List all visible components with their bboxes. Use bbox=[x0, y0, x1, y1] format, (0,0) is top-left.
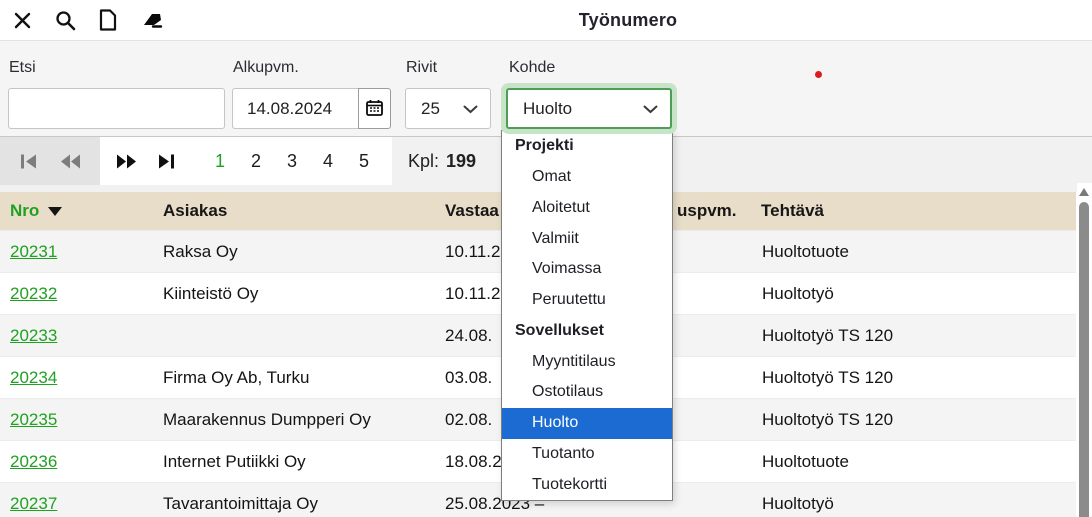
nro-header-label: Nro bbox=[10, 201, 39, 221]
customer-cell: Tavarantoimittaja Oy bbox=[163, 494, 318, 514]
filter-panel: Etsi Alkupvm. Rivit Kohde 25 Huolto bbox=[0, 40, 1092, 137]
worknumber-link[interactable]: 20236 bbox=[10, 452, 57, 472]
red-dot-marker bbox=[815, 71, 822, 78]
pagination-forward-group bbox=[100, 137, 192, 185]
dropdown-option-huolto[interactable]: Huolto bbox=[502, 408, 672, 439]
customer-cell: Firma Oy Ab, Turku bbox=[163, 368, 309, 388]
result-count: Kpl: 199 bbox=[408, 137, 476, 185]
calendar-button[interactable] bbox=[358, 88, 391, 129]
scrollbar-thumb[interactable] bbox=[1079, 202, 1089, 517]
rows-select-value: 25 bbox=[421, 99, 463, 119]
page-button-5[interactable]: 5 bbox=[356, 151, 372, 172]
rows-label: Rivit bbox=[406, 59, 437, 77]
task-cell: Huoltotyö TS 120 bbox=[762, 368, 893, 388]
result-count-label: Kpl: bbox=[408, 151, 439, 172]
customer-cell: Kiinteistö Oy bbox=[163, 284, 258, 304]
column-header-partial-left: Vastaa bbox=[445, 201, 499, 221]
search-icon[interactable] bbox=[52, 7, 78, 33]
dropdown-option-tuotanto[interactable]: Tuotanto bbox=[502, 439, 672, 470]
rows-select[interactable]: 25 bbox=[405, 88, 491, 129]
dropdown-group-projekti: Projekti bbox=[502, 131, 672, 162]
startdate-input[interactable] bbox=[232, 88, 358, 129]
task-cell: Huoltotyö TS 120 bbox=[762, 326, 893, 346]
eraser-icon[interactable] bbox=[138, 7, 164, 33]
target-label: Kohde bbox=[509, 59, 555, 77]
chevron-down-icon bbox=[643, 99, 658, 119]
pagination-pages: 1 2 3 4 5 bbox=[192, 137, 392, 185]
search-label: Etsi bbox=[9, 59, 36, 77]
page-button-1[interactable]: 1 bbox=[212, 151, 228, 172]
skip-last-icon[interactable] bbox=[153, 152, 180, 171]
page-button-3[interactable]: 3 bbox=[284, 151, 300, 172]
skip-first-icon[interactable] bbox=[15, 152, 42, 171]
vertical-scrollbar bbox=[1077, 183, 1092, 517]
date-cell: 18.08.2 bbox=[445, 452, 502, 472]
date-cell: 24.08. bbox=[445, 326, 492, 346]
worknumber-link[interactable]: 20231 bbox=[10, 242, 57, 262]
worknumber-link[interactable]: 20237 bbox=[10, 494, 57, 514]
customer-cell: Internet Putiikki Oy bbox=[163, 452, 306, 472]
chevron-down-icon bbox=[463, 99, 478, 119]
fast-forward-icon[interactable] bbox=[112, 152, 141, 171]
task-cell: Huoltotyö TS 120 bbox=[762, 410, 893, 430]
column-header-partial-right: uspvm. bbox=[677, 201, 737, 221]
column-header-nro[interactable]: Nro bbox=[10, 201, 62, 221]
pagination-strip: 1 2 3 4 5 bbox=[0, 137, 392, 185]
startdate-label: Alkupvm. bbox=[233, 59, 299, 77]
fast-backward-icon[interactable] bbox=[56, 152, 85, 171]
search-input[interactable] bbox=[8, 88, 225, 129]
startdate-group bbox=[232, 88, 391, 129]
toolbar-icons bbox=[0, 7, 164, 33]
close-icon[interactable] bbox=[9, 7, 35, 33]
customer-cell: Raksa Oy bbox=[163, 242, 238, 262]
column-header-tehtava: Tehtävä bbox=[761, 201, 824, 221]
target-select[interactable]: Huolto bbox=[506, 88, 672, 129]
worknumber-link[interactable]: 20235 bbox=[10, 410, 57, 430]
worknumber-link[interactable]: 20234 bbox=[10, 368, 57, 388]
tyonumero-window: Työnumero Etsi Alkupvm. Rivit Kohde 25 H… bbox=[0, 0, 1092, 517]
customer-cell: Maarakennus Dumpperi Oy bbox=[163, 410, 371, 430]
task-cell: Huoltotuote bbox=[762, 452, 849, 472]
target-select-value: Huolto bbox=[523, 99, 643, 119]
document-icon[interactable] bbox=[95, 7, 121, 33]
worknumber-link[interactable]: 20232 bbox=[10, 284, 57, 304]
target-dropdown-list: Projekti Omat Aloitetut Valmiit Voimassa… bbox=[501, 130, 673, 501]
dropdown-option-valmiit[interactable]: Valmiit bbox=[502, 223, 672, 254]
task-cell: Huoltotyö bbox=[762, 284, 834, 304]
worknumber-link[interactable]: 20233 bbox=[10, 326, 57, 346]
dropdown-option-omat[interactable]: Omat bbox=[502, 162, 672, 193]
page-button-2[interactable]: 2 bbox=[248, 151, 264, 172]
toolbar: Työnumero bbox=[0, 0, 1092, 40]
result-count-value: 199 bbox=[446, 151, 476, 172]
task-cell: Huoltotuote bbox=[762, 242, 849, 262]
dropdown-option-myyntitilaus[interactable]: Myyntitilaus bbox=[502, 346, 672, 377]
page-button-4[interactable]: 4 bbox=[320, 151, 336, 172]
pagination-back-group bbox=[0, 137, 100, 185]
calendar-icon bbox=[366, 99, 383, 119]
sort-desc-icon bbox=[48, 207, 62, 216]
dropdown-option-voimassa[interactable]: Voimassa bbox=[502, 254, 672, 285]
dropdown-option-peruutettu[interactable]: Peruutettu bbox=[502, 285, 672, 316]
date-cell: 02.08. bbox=[445, 410, 492, 430]
dropdown-option-ostotilaus[interactable]: Ostotilaus bbox=[502, 377, 672, 408]
dropdown-option-tuotekortti[interactable]: Tuotekortti bbox=[502, 469, 672, 500]
column-header-asiakas: Asiakas bbox=[163, 201, 227, 221]
date-cell: 03.08. bbox=[445, 368, 492, 388]
scroll-up-icon[interactable] bbox=[1079, 188, 1089, 196]
page-title: Työnumero bbox=[164, 10, 1092, 31]
task-cell: Huoltotyö bbox=[762, 494, 834, 514]
dropdown-group-sovellukset: Sovellukset bbox=[502, 316, 672, 347]
dropdown-option-aloitetut[interactable]: Aloitetut bbox=[502, 193, 672, 224]
